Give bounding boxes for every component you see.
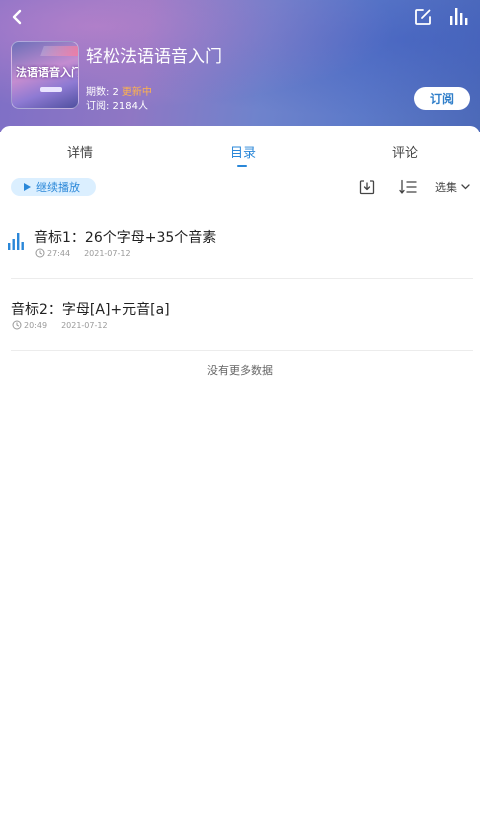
edit-icon xyxy=(415,9,431,25)
divider xyxy=(11,350,473,351)
download-icon xyxy=(359,180,375,195)
episode-title: 音标2：字母[A]+元音[a] xyxy=(11,302,170,318)
continue-play-label: 继续播放 xyxy=(36,181,80,194)
episode-meta: 20:49 2021-07-12 xyxy=(12,320,108,330)
course-title: 轻松法语语音入门 xyxy=(86,47,222,67)
sort-button[interactable] xyxy=(399,177,417,197)
clock-icon xyxy=(12,320,22,330)
cover-decoration xyxy=(40,46,78,56)
course-header: 法语语音入门 轻松法语语音入门 期数: 2 更新中 订阅: 2184人 订阅 xyxy=(0,0,480,132)
cover-decoration-bar xyxy=(40,87,62,92)
back-button[interactable] xyxy=(6,4,28,30)
episode-title: 音标1：26个字母+35个音素 xyxy=(34,230,217,246)
divider xyxy=(11,278,473,279)
play-icon xyxy=(24,183,31,191)
active-tab-indicator xyxy=(237,165,247,167)
tab-details[interactable]: 详情 xyxy=(67,142,93,161)
course-cover: 法语语音入门 xyxy=(11,41,79,109)
clock-icon xyxy=(35,248,45,258)
chevron-down-icon xyxy=(461,184,470,190)
episode-duration: 27:44 xyxy=(47,248,71,258)
edit-button[interactable] xyxy=(412,6,434,28)
cover-text: 法语语音入门 xyxy=(16,66,78,79)
tab-comments[interactable]: 评论 xyxy=(392,142,418,161)
now-playing-icon xyxy=(8,233,24,250)
no-more-data: 没有更多数据 xyxy=(207,364,273,377)
sort-icon xyxy=(399,179,417,194)
tab-catalog[interactable]: 目录 xyxy=(230,142,256,161)
content-panel: 详情 目录 评论 继续播放 选集 音标1：26个字母+35个音素 27:44 2… xyxy=(0,126,480,819)
continue-play-button[interactable]: 继续播放 xyxy=(11,178,96,196)
download-button[interactable] xyxy=(359,177,377,197)
subscriber-count: 订阅: 2184人 xyxy=(86,101,148,112)
stats-button[interactable] xyxy=(448,5,470,27)
chevron-left-icon xyxy=(12,9,22,25)
episode-meta: 27:44 2021-07-12 xyxy=(35,248,131,258)
episode-duration: 20:49 xyxy=(24,320,48,330)
select-episode-label: 选集 xyxy=(435,181,457,194)
episode-date: 2021-07-12 xyxy=(61,320,108,330)
select-episode-button[interactable]: 选集 xyxy=(435,177,470,197)
bar-chart-icon xyxy=(450,8,468,25)
issue-count: 期数: 2 更新中 xyxy=(86,83,152,98)
subscribe-button[interactable]: 订阅 xyxy=(414,87,470,110)
episode-date: 2021-07-12 xyxy=(84,248,131,258)
